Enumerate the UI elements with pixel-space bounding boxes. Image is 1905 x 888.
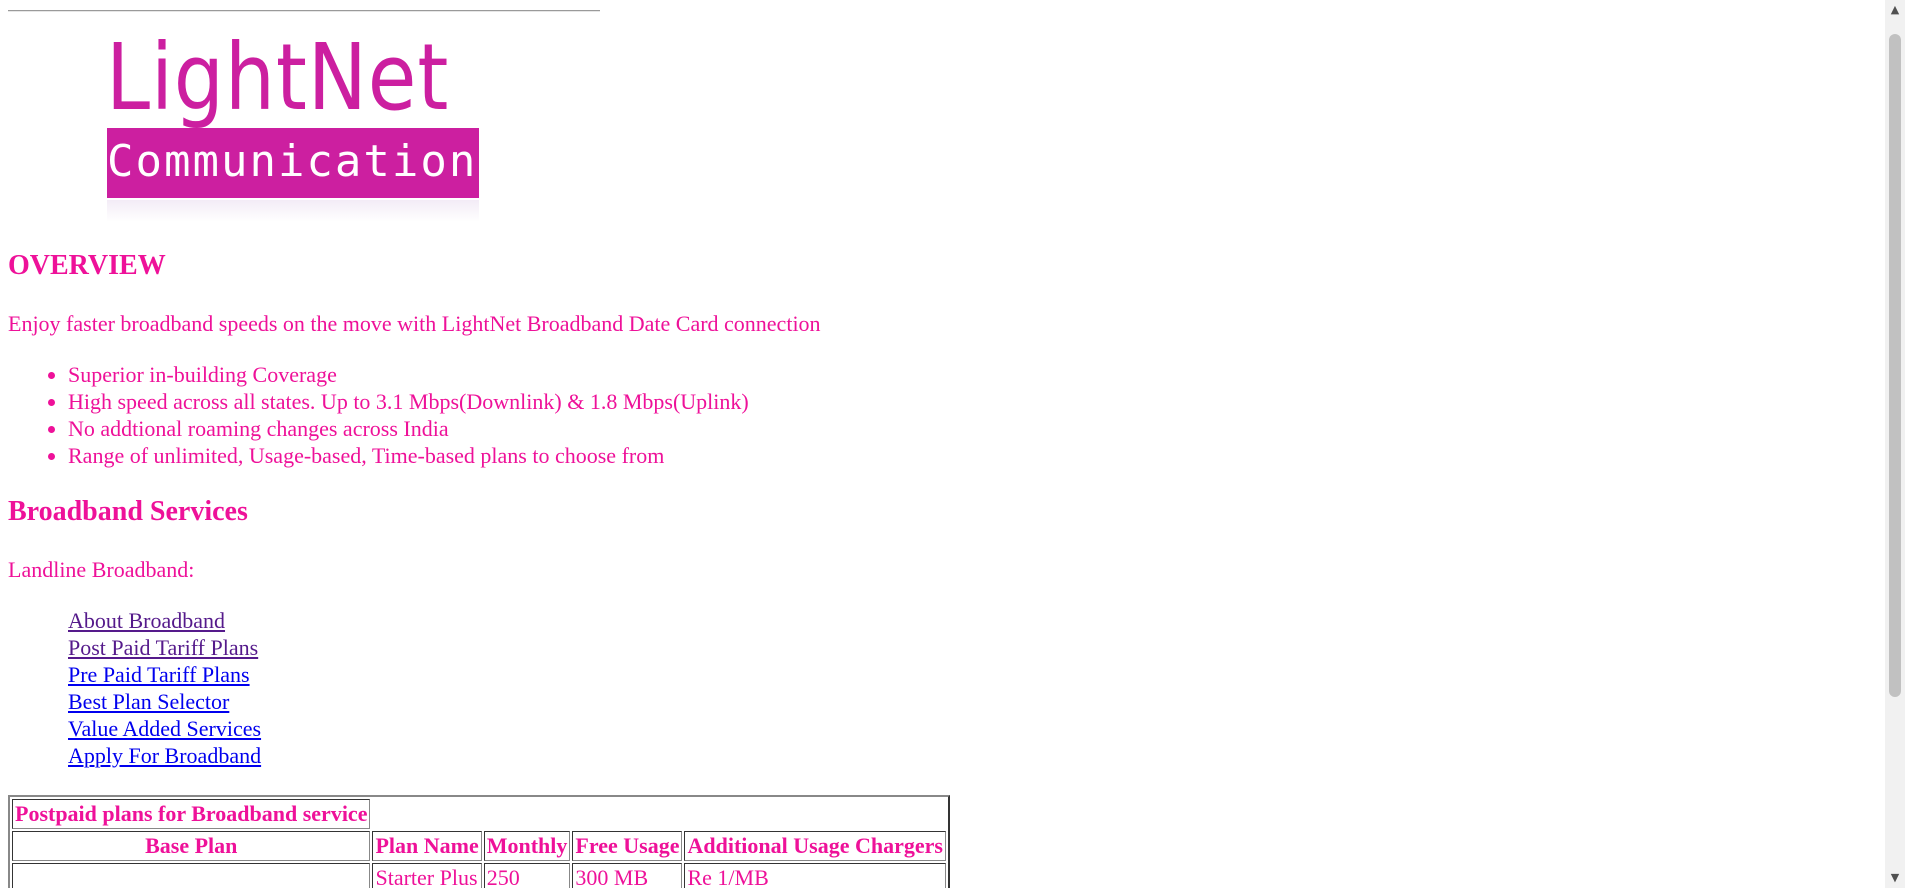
feature-item: No addtional roaming changes across Indi… [68,415,749,442]
logo-reflection [107,200,479,222]
table-cell: 300 MB [572,863,683,888]
feature-item: High speed across all states. Up to 3.1 … [68,388,749,415]
landline-label: Landline Broadband: [8,557,195,582]
overview-intro: Enjoy faster broadband speeds on the mov… [8,311,821,336]
logo-band: Communications [107,128,506,198]
table-row: Starter Plus 250 300 MB Re 1/MB [12,863,946,888]
table-cell: Re 1/MB [684,863,946,888]
logo-wordmark: LightNet [106,24,450,131]
feature-list: Superior in-building Coverage High speed… [8,361,749,469]
column-header-additional-usage: Additional Usage Chargers [684,831,946,861]
table-caption: Postpaid plans for Broadband service [12,799,371,829]
table-caption-row: Postpaid plans for Broadband service [12,799,946,829]
column-header-free-usage: Free Usage [572,831,683,861]
logo-subtitle: Communications [107,136,506,187]
column-header-monthly: Monthly [483,831,571,861]
service-links: About Broadband Post Paid Tariff Plans P… [68,607,261,769]
top-divider [8,10,600,12]
link-pre-paid-tariff-plans[interactable]: Pre Paid Tariff Plans [68,661,261,688]
feature-item: Superior in-building Coverage [68,361,749,388]
column-header-base-plan: Base Plan [12,831,371,861]
link-value-added-services[interactable]: Value Added Services [68,715,261,742]
table-cell: Starter Plus [372,863,482,888]
link-apply-for-broadband[interactable]: Apply For Broadband [68,742,261,769]
feature-item: Range of unlimited, Usage-based, Time-ba… [68,442,749,469]
table-header-row: Base Plan Plan Name Monthly Free Usage A… [12,831,946,861]
overview-heading: OVERVIEW [8,250,166,281]
column-header-plan-name: Plan Name [372,831,482,861]
postpaid-plans-table: Postpaid plans for Broadband service Bas… [8,795,950,888]
scrollbar-thumb[interactable] [1889,34,1901,697]
vertical-scrollbar[interactable]: ▲ ▼ [1885,0,1905,888]
page-viewport: LightNet Communications OVERVIEW Enjoy f… [0,0,1885,888]
link-best-plan-selector[interactable]: Best Plan Selector [68,688,261,715]
triangle-up-icon[interactable]: ▲ [1885,0,1905,20]
link-post-paid-tariff-plans[interactable]: Post Paid Tariff Plans [68,634,261,661]
services-heading: Broadband Services [8,496,248,527]
link-about-broadband[interactable]: About Broadband [68,607,261,634]
lightnet-logo: LightNet Communications [100,24,506,222]
triangle-down-icon[interactable]: ▼ [1885,868,1905,888]
table-cell [12,863,371,888]
table-cell: 250 [483,863,571,888]
